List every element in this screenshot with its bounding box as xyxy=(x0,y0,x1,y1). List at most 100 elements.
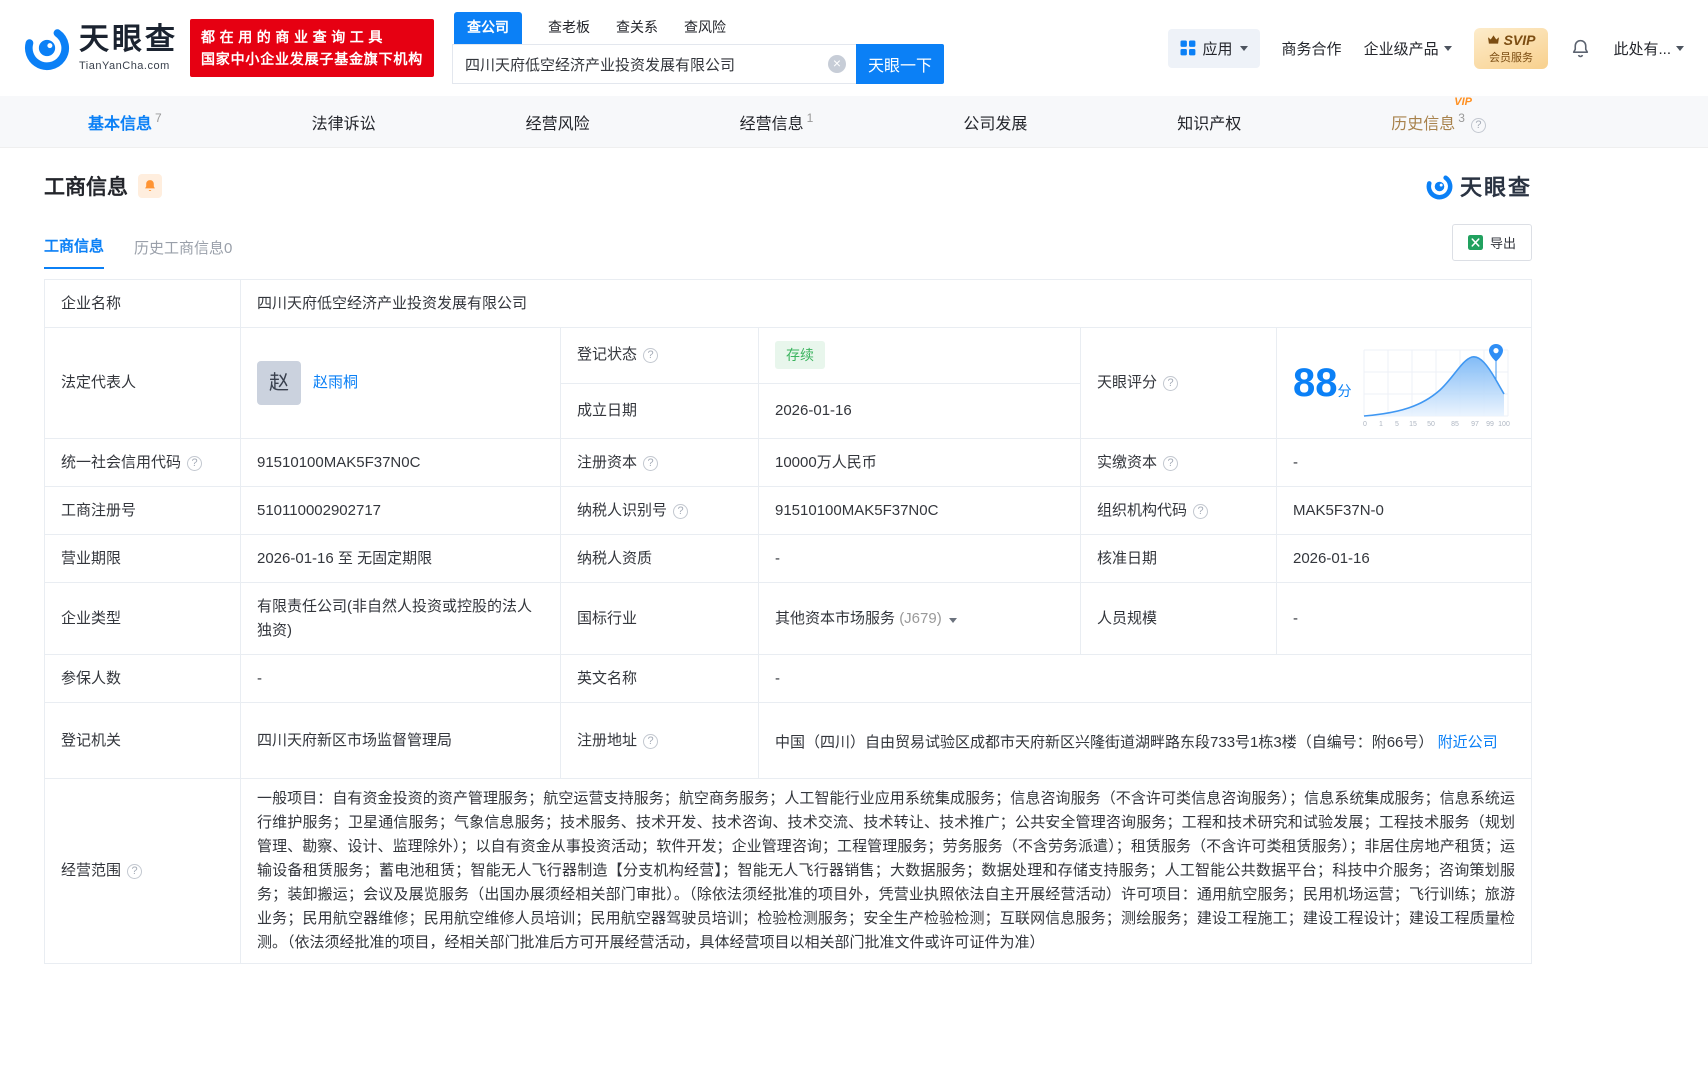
tab-search-risk[interactable]: 查风险 xyxy=(684,12,726,44)
value-paid-capital: - xyxy=(1276,438,1532,487)
section-title: 工商信息 xyxy=(44,176,128,199)
svip-member-badge[interactable]: SVIP 会员服务 xyxy=(1473,27,1549,69)
label-credit-code: 统一社会信用代码 xyxy=(44,438,241,487)
label-establish-date: 成立日期 xyxy=(560,382,759,439)
tab-search-company[interactable]: 查公司 xyxy=(454,12,522,44)
apps-menu[interactable]: 应用 xyxy=(1167,28,1260,68)
excel-icon xyxy=(1467,235,1483,250)
value-industry: 其他资本市场服务 (J679) xyxy=(758,582,1081,655)
industry-code: (J679) xyxy=(899,609,942,627)
logo-text-cn: 天眼查 xyxy=(79,22,178,56)
help-icon[interactable] xyxy=(673,503,689,519)
value-reg-authority: 四川天府新区市场监督管理局 xyxy=(240,702,561,779)
help-icon[interactable] xyxy=(1163,455,1179,471)
promo-line2: 国家中小企业发展子基金旗下机构 xyxy=(201,51,423,67)
logo-text-en: TianYanCha.com xyxy=(79,59,170,72)
label-business-term: 营业期限 xyxy=(44,534,241,583)
label-business-scope: 经营范围 xyxy=(44,778,241,964)
svg-text:97: 97 xyxy=(1471,421,1479,428)
menu-enterprise-products[interactable]: 企业级产品 xyxy=(1364,38,1452,59)
chevron-down-icon[interactable] xyxy=(948,617,957,623)
main-content: 工商信息 天眼查 工商信息 历史工商信息0 导出 企业名称 四川天府低空经济产业… xyxy=(44,170,1532,964)
nearby-companies-link[interactable]: 附近公司 xyxy=(1438,731,1498,755)
tab-search-boss[interactable]: 查老板 xyxy=(548,12,590,44)
label-company-type: 企业类型 xyxy=(44,582,241,655)
help-icon[interactable] xyxy=(643,348,659,364)
label-org-code: 组织机构代码 xyxy=(1080,486,1277,535)
chevron-down-icon xyxy=(1676,45,1684,51)
value-org-code: MAK5F37N-0 xyxy=(1276,486,1532,535)
value-english-name: - xyxy=(758,654,1532,703)
svg-text:100: 100 xyxy=(1498,421,1510,428)
label-insured-count: 参保人数 xyxy=(44,654,241,703)
nav-legal-proceedings[interactable]: 法律诉讼 xyxy=(312,110,376,134)
search-tabs: 查公司 查老板 查关系 查风险 xyxy=(452,12,944,44)
label-staff-size: 人员规模 xyxy=(1080,582,1277,655)
notification-bell-icon[interactable] xyxy=(1570,38,1591,59)
help-icon[interactable] xyxy=(1163,376,1179,391)
help-icon[interactable] xyxy=(643,733,659,749)
help-icon[interactable] xyxy=(187,455,203,471)
legal-rep-avatar[interactable]: 赵 xyxy=(257,361,301,405)
nav-operating-info[interactable]: 经营信息 1 xyxy=(740,110,814,134)
value-tyc-score: 88分 0 1 5 15 50 85 97 99 100 xyxy=(1276,327,1532,439)
vip-tag: VIP xyxy=(1454,95,1472,108)
label-reg-status: 登记状态 xyxy=(560,327,759,384)
subscribe-bell-icon[interactable] xyxy=(138,174,162,198)
chevron-down-icon xyxy=(1443,45,1452,51)
tianyancha-watermark: 天眼查 xyxy=(1426,170,1532,202)
tab-search-relation[interactable]: 查关系 xyxy=(616,12,658,44)
nav-company-development[interactable]: 公司发展 xyxy=(963,110,1027,134)
clear-search-icon[interactable] xyxy=(828,55,846,73)
search-button[interactable]: 天眼一下 xyxy=(856,44,944,84)
score-axis-ticks: 0 1 5 15 50 85 97 99 100 xyxy=(1363,421,1510,428)
help-icon[interactable] xyxy=(1470,117,1486,133)
value-taxpayer-quality: - xyxy=(758,534,1081,583)
label-tyc-score: 天眼评分 xyxy=(1080,327,1277,439)
tianyancha-watermark-icon xyxy=(1426,173,1453,200)
subtab-business-info[interactable]: 工商信息 xyxy=(44,235,105,269)
label-reg-number: 工商注册号 xyxy=(44,486,241,535)
nav-operating-risk[interactable]: 经营风险 xyxy=(526,110,590,134)
value-approval-date: 2026-01-16 xyxy=(1276,534,1532,583)
menu-business-cooperation[interactable]: 商务合作 xyxy=(1282,38,1342,59)
help-icon[interactable] xyxy=(127,864,143,879)
label-approval-date: 核准日期 xyxy=(1080,534,1277,583)
tianyancha-logo-icon xyxy=(24,25,70,71)
export-button[interactable]: 导出 xyxy=(1451,224,1532,261)
help-icon[interactable] xyxy=(643,455,659,471)
help-icon[interactable] xyxy=(1193,503,1209,519)
watermark-text: 天眼查 xyxy=(1459,175,1532,200)
account-menu[interactable]: 此处有... xyxy=(1613,38,1684,59)
svip-sublabel: 会员服务 xyxy=(1489,51,1534,64)
value-insured-count: - xyxy=(240,654,561,703)
search-input[interactable] xyxy=(452,44,856,84)
score-chart: 0 1 5 15 50 85 97 99 100 xyxy=(1363,344,1510,428)
tianyancha-company-page: 天眼查 TianYanCha.com 都在用的商业查询工具 国家中小企业发展子基… xyxy=(0,0,1708,964)
value-reg-status: 存续 xyxy=(758,327,1081,384)
value-reg-address: 中国（四川）自由贸易试验区成都市天府新区兴隆街道湖畔路东段733号1栋3楼（自编… xyxy=(758,702,1532,779)
chevron-down-icon xyxy=(1239,45,1248,51)
business-info-tabs: 工商信息 历史工商信息0 导出 xyxy=(44,224,1532,269)
value-establish-date: 2026-01-16 xyxy=(758,382,1081,439)
svg-text:0: 0 xyxy=(1363,421,1367,428)
nav-intellectual-property[interactable]: 知识产权 xyxy=(1177,110,1241,134)
value-company-name: 四川天府低空经济产业投资发展有限公司 xyxy=(240,279,1532,328)
value-credit-code: 91510100MAK5F37N0C xyxy=(240,438,561,487)
value-company-type: 有限责任公司(非自然人投资或控股的法人独资) xyxy=(240,582,561,655)
label-company-name: 企业名称 xyxy=(44,279,241,328)
nav-history-info[interactable]: VIP 历史信息 3 xyxy=(1391,96,1486,134)
nav-count: 3 xyxy=(1458,111,1465,126)
legal-rep-link[interactable]: 赵雨桐 xyxy=(313,371,358,395)
value-staff-size: - xyxy=(1276,582,1532,655)
svg-text:50: 50 xyxy=(1427,421,1435,428)
nav-basic-info[interactable]: 基本信息 7 xyxy=(88,110,162,134)
svg-text:99: 99 xyxy=(1486,421,1494,428)
site-header: 天眼查 TianYanCha.com 都在用的商业查询工具 国家中小企业发展子基… xyxy=(0,0,1708,96)
svg-text:15: 15 xyxy=(1409,421,1417,428)
tianyancha-logo[interactable]: 天眼查 TianYanCha.com xyxy=(24,22,178,72)
label-paid-capital: 实缴资本 xyxy=(1080,438,1277,487)
subtab-history-business-info[interactable]: 历史工商信息0 xyxy=(134,237,232,269)
value-business-term: 2026-01-16 至 无固定期限 xyxy=(240,534,561,583)
value-reg-number: 510110002902717 xyxy=(240,486,561,535)
